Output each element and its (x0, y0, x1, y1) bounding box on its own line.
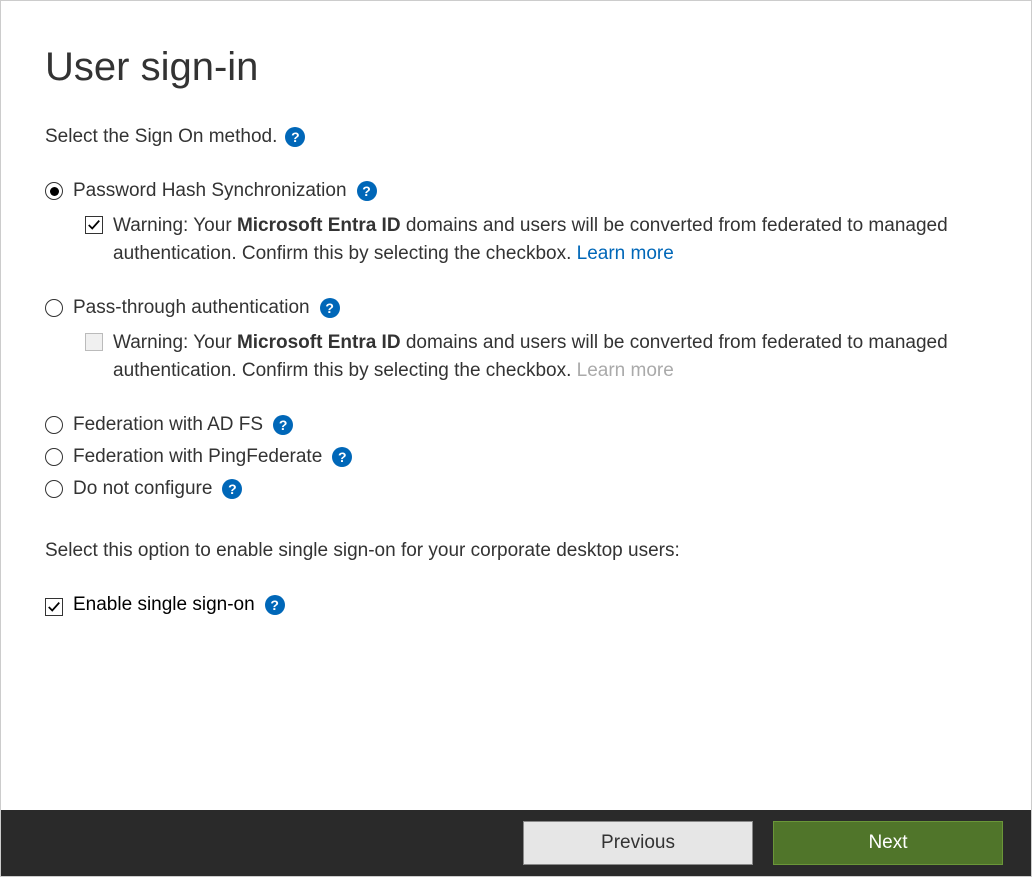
signon-prompt: Select the Sign On method. (45, 126, 277, 148)
help-icon[interactable]: ? (285, 127, 305, 147)
help-icon[interactable]: ? (332, 447, 352, 467)
radio-adfs-label: Federation with AD FS (73, 414, 263, 436)
footer-bar: Previous Next (1, 810, 1031, 876)
previous-button[interactable]: Previous (523, 821, 753, 865)
help-icon[interactable]: ? (357, 181, 377, 201)
radio-phs[interactable] (45, 182, 63, 200)
radio-ping[interactable] (45, 448, 63, 466)
phs-learn-more-link[interactable]: Learn more (577, 243, 674, 264)
help-icon[interactable]: ? (273, 415, 293, 435)
radio-none[interactable] (45, 480, 63, 498)
pta-learn-more-link: Learn more (577, 360, 674, 381)
radio-ping-label: Federation with PingFederate (73, 446, 322, 468)
phs-warning-checkbox[interactable] (85, 216, 103, 234)
pta-warning-text: Warning: Your Microsoft Entra ID domains… (113, 329, 987, 384)
radio-adfs[interactable] (45, 416, 63, 434)
phs-warning-text: Warning: Your Microsoft Entra ID domains… (113, 212, 987, 267)
page-title: User sign-in (45, 45, 987, 90)
sso-prompt: Select this option to enable single sign… (45, 540, 987, 562)
sso-checkbox[interactable] (45, 598, 63, 616)
help-icon[interactable]: ? (222, 479, 242, 499)
radio-phs-label: Password Hash Synchronization (73, 180, 347, 202)
radio-pta-label: Pass-through authentication (73, 297, 310, 319)
radio-none-label: Do not configure (73, 478, 212, 500)
help-icon[interactable]: ? (320, 298, 340, 318)
help-icon[interactable]: ? (265, 595, 285, 615)
sso-label: Enable single sign-on (73, 594, 255, 616)
next-button[interactable]: Next (773, 821, 1003, 865)
radio-pta[interactable] (45, 299, 63, 317)
pta-warning-checkbox (85, 333, 103, 351)
